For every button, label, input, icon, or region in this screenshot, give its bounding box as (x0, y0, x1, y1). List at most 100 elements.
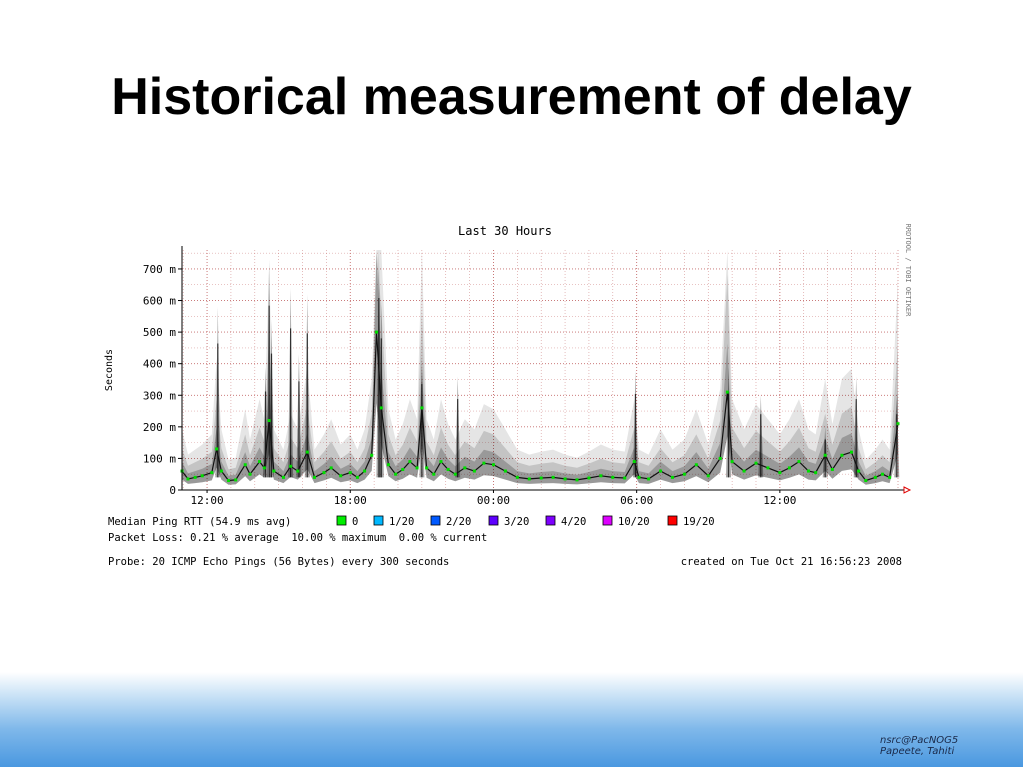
median-rtt-point (637, 475, 641, 479)
y-tick-label: 100 m (143, 452, 176, 465)
footer-band (0, 672, 1023, 767)
median-rtt-point (227, 479, 231, 483)
probe-info: Probe: 20 ICMP Echo Pings (56 Bytes) eve… (108, 556, 449, 568)
median-rtt-point (363, 469, 367, 473)
median-rtt-point (289, 464, 293, 468)
median-rtt-point (880, 472, 884, 476)
median-rtt-point (647, 477, 651, 481)
median-rtt-point (807, 469, 810, 473)
median-rtt-point (611, 475, 615, 479)
chart-title: Last 30 Hours (458, 224, 552, 238)
median-rtt-point (857, 469, 861, 473)
median-rtt-point (797, 460, 801, 464)
median-rtt-point (267, 419, 271, 423)
packet-loss-summary: Packet Loss: 0.21 % average 10.00 % maxi… (108, 532, 487, 544)
x-tick-label: 12:00 (763, 494, 796, 507)
median-rtt-point (551, 475, 555, 479)
x-tick-label: 06:00 (620, 494, 653, 507)
footer-line-2: Papeete, Tahiti (880, 746, 955, 757)
median-rtt-point (186, 477, 190, 481)
rrdtool-credit: RRDTOOL / TOBI OETIKER (904, 224, 912, 318)
median-rtt-point (849, 450, 853, 454)
legend-swatch-4-of-20 (545, 515, 556, 526)
median-rtt-point (527, 477, 531, 481)
latency-chart: Last 30 Hours Seconds RRDTOOL / TOBI OET… (104, 224, 912, 568)
median-rtt-point (401, 467, 405, 471)
legend-swatch-19-of-20 (667, 515, 678, 526)
legend-swatch-0 (336, 515, 347, 526)
x-tick-label: 18:00 (334, 494, 367, 507)
median-rtt-point (355, 475, 359, 479)
legend-median-label: Median Ping RTT (54.9 ms avg) (108, 516, 291, 528)
median-rtt-point (219, 469, 223, 473)
median-rtt-point (210, 471, 214, 475)
median-rtt-point (379, 406, 383, 410)
median-rtt-point (329, 466, 333, 470)
median-rtt-point (873, 475, 877, 479)
median-rtt-point (888, 475, 892, 479)
median-rtt-point (193, 475, 197, 479)
y-tick-label: 500 m (143, 326, 176, 339)
created-timestamp: created on Tue Oct 21 16:56:23 2008 (681, 556, 902, 568)
median-rtt-point (599, 474, 603, 478)
legend-label: 3/20 (504, 516, 529, 528)
median-rtt-point (446, 467, 450, 471)
median-rtt-point (432, 472, 436, 476)
legend-swatch-3-of-20 (488, 515, 499, 526)
median-rtt-point (491, 463, 495, 467)
median-rtt-point (840, 453, 844, 457)
median-rtt-point (262, 466, 266, 470)
median-rtt-point (503, 469, 507, 473)
median-rtt-point (248, 472, 252, 476)
y-axis-label: Seconds (104, 349, 115, 391)
median-rtt-point (787, 466, 791, 470)
legend-label: 0 (352, 516, 358, 528)
legend-swatch-1-of-20 (373, 515, 384, 526)
legend-label: 2/20 (446, 516, 471, 528)
median-rtt-point (563, 477, 567, 481)
median-rtt-point (415, 466, 419, 470)
median-rtt-point (830, 467, 834, 471)
median-rtt-point (864, 479, 868, 483)
median-rtt-point (659, 469, 663, 473)
median-rtt-point (215, 447, 219, 451)
legend-label: 1/20 (389, 516, 414, 528)
median-rtt-point (539, 476, 543, 480)
legend-label: 19/20 (683, 516, 715, 528)
median-rtt-point (348, 471, 352, 475)
median-rtt-point (281, 475, 285, 479)
median-rtt-point (463, 466, 467, 470)
legend-label: 4/20 (561, 516, 586, 528)
legend-label: 10/20 (618, 516, 650, 528)
median-rtt-point (575, 478, 579, 482)
median-rtt-point (742, 469, 746, 473)
footer-line-1: nsrc@PacNOG5 (880, 735, 959, 746)
median-rtt-point (296, 469, 300, 473)
x-tick-label: 12:00 (190, 494, 223, 507)
y-tick-label: 0 (169, 484, 176, 497)
y-tick-label: 200 m (143, 421, 176, 434)
median-rtt-point (718, 456, 722, 460)
median-rtt-point (243, 463, 247, 467)
median-rtt-point (823, 453, 827, 457)
median-rtt-point (766, 466, 770, 470)
median-rtt-point (482, 461, 486, 465)
y-tick-label: 300 m (143, 389, 176, 402)
x-axis-arrow (903, 486, 912, 494)
legend-swatch-2-of-20 (430, 515, 441, 526)
median-rtt-point (394, 472, 398, 476)
median-rtt-point (200, 474, 204, 478)
median-rtt-point (632, 460, 636, 464)
y-tick-label: 700 m (143, 263, 176, 276)
legend-swatch-10-of-20 (602, 515, 613, 526)
median-rtt-point (706, 474, 710, 478)
median-rtt-point (814, 471, 818, 475)
median-rtt-point (515, 475, 519, 479)
x-tick-label: 00:00 (477, 494, 510, 507)
median-rtt-point (322, 471, 326, 475)
median-rtt-point (453, 472, 457, 476)
median-rtt-point (339, 474, 343, 478)
median-rtt-point (587, 476, 591, 480)
chart-legend: Median Ping RTT (54.9 ms avg) 0 1/20 2/20 3… (108, 515, 902, 568)
median-rtt-point (375, 330, 379, 334)
